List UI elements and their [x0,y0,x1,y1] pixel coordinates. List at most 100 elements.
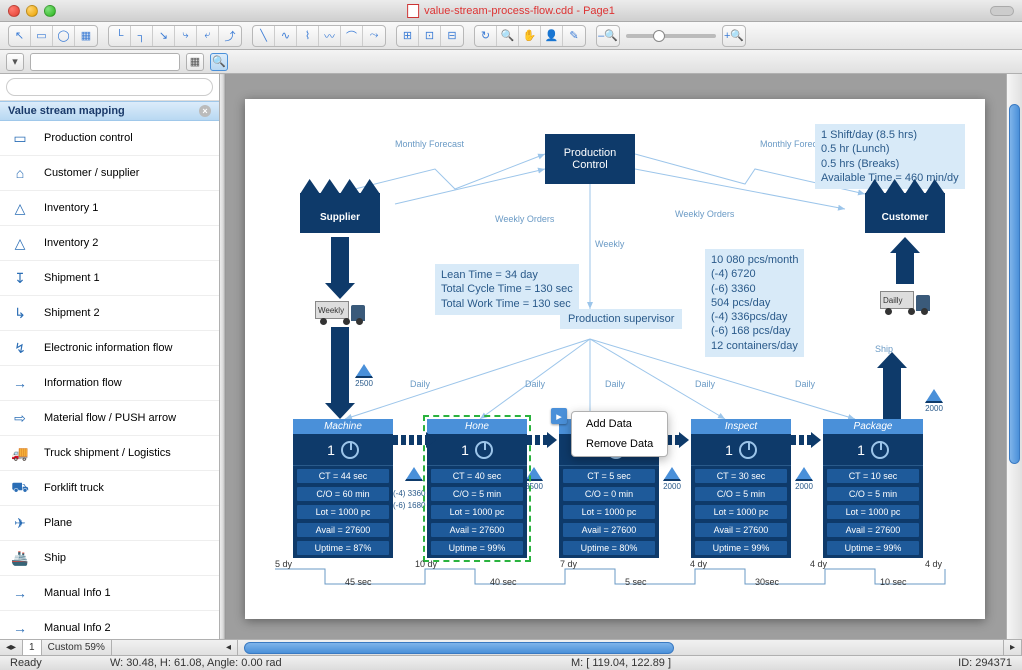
push-4 [791,435,813,445]
sidebar-item-4[interactable]: ↧Shipment 1 [0,261,219,296]
inv-supplier[interactable]: 2500 [355,364,373,388]
user-tool[interactable]: 👤 [541,26,563,46]
sidebar-item-9[interactable]: 🚚Truck shipment / Logistics [0,436,219,471]
label-daily-4: Daily [695,379,715,389]
inv-mh[interactable]: 3500 [525,467,543,491]
line-1[interactable]: ╲ [253,26,275,46]
sidebar-search-input[interactable] [6,78,213,96]
hscroll-thumb[interactable] [244,642,674,654]
sidebar-item-14[interactable]: →Manual Info 2 [0,611,219,639]
line-5[interactable]: ⌒ [341,26,363,46]
library-search-button[interactable]: 🔍 [210,53,228,71]
inv-ip[interactable]: 2000 [795,467,813,491]
supplier-to-machine-arrow [331,327,349,407]
close-window-button[interactable] [8,5,20,17]
sidebar-item-6[interactable]: ↯Electronic information flow [0,331,219,366]
bottom-scrollbar-row: ◂▸ 1 Custom 59% ◂ ▸ [0,639,1022,655]
library-dropdown[interactable] [30,53,180,71]
process-machine[interactable]: Machine1CT = 44 secC/O = 60 minLot = 100… [293,419,393,558]
window-titlebar: value-stream-process-flow.cdd - Page1 [0,0,1022,22]
connector-5[interactable]: ⤶ [197,26,219,46]
sidebar-item-3[interactable]: △Inventory 2 [0,226,219,261]
sidebar-item-5[interactable]: ↳Shipment 2 [0,296,219,331]
sidebar-item-8[interactable]: ⇨Material flow / PUSH arrow [0,401,219,436]
pan-tool[interactable]: ✋ [519,26,541,46]
connector-6[interactable]: ⤴ [219,26,241,46]
node-production-supervisor[interactable]: Production supervisor [560,309,682,329]
vertical-splitter[interactable] [220,74,226,639]
snap-3[interactable]: ⊟ [441,26,463,46]
drawing-canvas[interactable]: Monthly Forecast Monthly Forecast Weekly… [245,99,985,619]
process-package[interactable]: Package1CT = 10 secC/O = 5 minLot = 1000… [823,419,923,558]
vertical-scrollbar[interactable] [1006,74,1022,639]
sidebar-item-icon: 🚢 [6,548,34,568]
page-nav-buttons[interactable]: ◂▸ [0,640,23,655]
sidebar-item-12[interactable]: 🚢Ship [0,541,219,576]
sidebar-item-icon: → [6,583,34,603]
snap-2[interactable]: ⊡ [419,26,441,46]
zoom-out-button[interactable]: –🔍 [597,26,619,46]
sidebar-item-11[interactable]: ✈Plane [0,506,219,541]
sidebar-item-2[interactable]: △Inventory 1 [0,191,219,226]
zoom-level-label[interactable]: Custom 59% [42,640,112,655]
eyedropper-tool[interactable]: ✎ [563,26,585,46]
sidebar-category-header[interactable]: Value stream mapping × [0,101,219,121]
titlebar-pill[interactable] [990,6,1014,16]
tl-top-4: 4 dy [810,559,827,569]
hscroll-left[interactable]: ◂ [220,640,238,655]
process-hone[interactable]: Hone1CT = 40 secC/O = 5 minLot = 1000 pc… [427,419,527,558]
sidebar-item-1[interactable]: ⌂Customer / supplier [0,156,219,191]
connector-2[interactable]: ┐ [131,26,153,46]
info-demand-box[interactable]: 10 080 pcs/month(-4) 6720(-6) 3360504 pc… [705,249,804,357]
truck-supplier[interactable]: Weekly [315,299,365,325]
menu-add-data[interactable]: Add Data [572,414,667,434]
page-tab-1[interactable]: 1 [23,640,42,655]
zoom-slider[interactable] [626,34,716,38]
node-production-control[interactable]: Production Control [545,134,635,184]
table-tool[interactable]: ▦ [75,26,97,46]
sidebar-item-10[interactable]: ⛟Forklift truck [0,471,219,506]
label-weekly-orders-r: Weekly Orders [675,209,734,219]
sidebar-panel: Value stream mapping × ▭Production contr… [0,74,220,639]
zoom-slider-thumb[interactable] [653,30,665,42]
process-inspect[interactable]: Inspect1CT = 30 secC/O = 5 minLot = 1000… [691,419,791,558]
inv-out[interactable]: 2000 [925,389,943,413]
truck-customer[interactable]: Dailly [880,289,930,315]
sidebar-item-0[interactable]: ▭Production control [0,121,219,156]
line-4[interactable]: 〰 [319,26,341,46]
sidebar-item-7[interactable]: →Information flow [0,366,219,401]
pointer-tool[interactable]: ↖ [9,26,31,46]
refresh-button[interactable]: ↻ [475,26,497,46]
line-2[interactable]: ∿ [275,26,297,46]
tl-top-5: 4 dy [925,559,942,569]
zoom-tool[interactable]: 🔍 [497,26,519,46]
close-category-icon[interactable]: × [199,105,211,117]
zoom-in-button[interactable]: +🔍 [723,26,745,46]
inv-machine-side[interactable] [405,467,423,481]
ellipse-tool[interactable]: ◯ [53,26,75,46]
connector-3[interactable]: ↘ [153,26,175,46]
rect-tool[interactable]: ▭ [31,26,53,46]
line-6[interactable]: ⤳ [363,26,385,46]
hscroll-right[interactable]: ▸ [1003,640,1022,655]
snap-1[interactable]: ⊞ [397,26,419,46]
grid-view-button[interactable]: ▦ [186,53,204,71]
info-lean-box[interactable]: Lean Time = 34 dayTotal Cycle Time = 130… [435,264,579,315]
connector-4[interactable]: ⤷ [175,26,197,46]
vscroll-thumb[interactable] [1009,104,1020,464]
node-customer[interactable]: Customer [865,179,945,233]
horizontal-scrollbar[interactable] [242,642,983,654]
minimize-window-button[interactable] [26,5,38,17]
node-supplier[interactable]: Supplier [300,179,380,233]
zoom-window-button[interactable] [44,5,56,17]
status-mouse: M: [ 119.04, 122.89 ] [390,657,852,669]
connector-1[interactable]: └ [109,26,131,46]
inv-ai[interactable]: 2000 [663,467,681,491]
tl-top-3: 4 dy [690,559,707,569]
smart-action-button[interactable]: ▸ [551,408,567,424]
library-dropdown-toggle[interactable]: ▾ [6,53,24,71]
sidebar-item-label: Material flow / PUSH arrow [44,412,176,424]
menu-remove-data[interactable]: Remove Data [572,434,667,454]
sidebar-item-13[interactable]: →Manual Info 1 [0,576,219,611]
line-3[interactable]: ⌇ [297,26,319,46]
